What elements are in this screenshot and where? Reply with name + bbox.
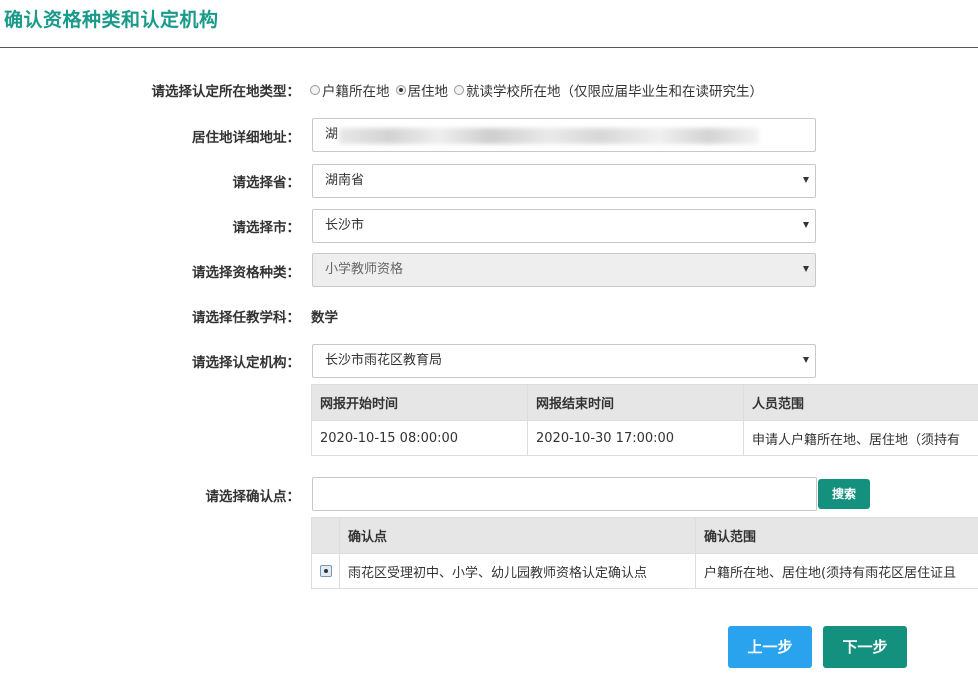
address-input[interactable]: 湖	[312, 118, 816, 152]
row-radio-selected[interactable]	[320, 565, 332, 577]
radio-button[interactable]	[454, 85, 464, 95]
radio-option-school[interactable]: 就读学校所在地（仅限应届毕业生和在读研究生）	[454, 80, 763, 100]
city-label: 请选择市：	[0, 216, 300, 236]
table-header-row: 网报开始时间 网报结束时间 人员范围	[312, 385, 978, 421]
radio-label: 户籍所在地	[322, 80, 390, 100]
title-divider	[0, 47, 978, 48]
table-cell: 2020-10-30 17:00:00	[528, 421, 744, 456]
table-cell: 户籍所在地、居住地(须持有雨花区居住证且	[696, 554, 978, 589]
institution-select[interactable]: 长沙市雨花区教育局	[312, 344, 816, 378]
location-type-radio-group: 户籍所在地 居住地 就读学校所在地（仅限应届毕业生和在读研究生）	[310, 80, 769, 100]
confirm-point-table: 确认点 确认范围 雨花区受理初中、小学、幼儿园教师资格认定确认点 户籍所在地、居…	[311, 517, 978, 589]
institution-schedule-table: 网报开始时间 网报结束时间 人员范围 2020-10-15 08:00:00 2…	[311, 384, 978, 456]
table-cell: 雨花区受理初中、小学、幼儿园教师资格认定确认点	[340, 554, 696, 589]
radio-option-household[interactable]: 户籍所在地	[310, 80, 390, 100]
chevron-down-icon	[803, 357, 809, 363]
chevron-down-icon	[803, 222, 809, 228]
table-row[interactable]: 雨花区受理初中、小学、幼儿园教师资格认定确认点 户籍所在地、居住地(须持有雨花区…	[312, 554, 978, 589]
radio-option-residence[interactable]: 居住地	[396, 80, 449, 100]
confirm-point-search-input[interactable]	[312, 477, 817, 511]
column-header: 确认点	[340, 518, 696, 554]
confirm-point-label: 请选择确认点：	[0, 485, 300, 505]
radio-label: 居住地	[408, 80, 449, 100]
column-header: 网报开始时间	[312, 385, 528, 421]
province-value: 湖南省	[325, 173, 364, 188]
qualification-label: 请选择资格种类：	[0, 261, 300, 281]
prev-step-button[interactable]: 上一步	[728, 626, 812, 668]
column-header: 确认范围	[696, 518, 978, 554]
select-cell[interactable]	[312, 554, 340, 589]
province-select[interactable]: 湖南省	[312, 164, 816, 198]
table-cell: 2020-10-15 08:00:00	[312, 421, 528, 456]
qualification-value: 小学教师资格	[325, 262, 403, 277]
province-label: 请选择省：	[0, 171, 300, 191]
institution-label: 请选择认定机构：	[0, 351, 300, 371]
city-value: 长沙市	[325, 218, 364, 233]
chevron-down-icon	[803, 177, 809, 183]
page-title: 确认资格种类和认定机构	[4, 5, 219, 32]
table-header-row: 确认点 确认范围	[312, 518, 978, 554]
radio-button[interactable]	[310, 85, 320, 95]
subject-value: 数学	[311, 306, 338, 326]
table-row: 2020-10-15 08:00:00 2020-10-30 17:00:00 …	[312, 421, 978, 456]
institution-value: 长沙市雨花区教育局	[325, 353, 442, 368]
search-button[interactable]: 搜索	[818, 479, 870, 509]
subject-label: 请选择任教学科：	[0, 306, 300, 326]
radio-label: 就读学校所在地（仅限应届毕业生和在读研究生）	[466, 80, 763, 100]
next-step-button[interactable]: 下一步	[823, 626, 907, 668]
column-header: 人员范围	[744, 385, 978, 421]
column-header: 网报结束时间	[528, 385, 744, 421]
qualification-select: 小学教师资格	[312, 253, 816, 287]
location-type-label: 请选择认定所在地类型：	[0, 80, 300, 100]
address-value: 湖	[325, 127, 338, 142]
city-select[interactable]: 长沙市	[312, 209, 816, 243]
column-header-select	[312, 518, 340, 554]
table-cell: 申请人户籍所在地、居住地（须持有	[744, 421, 978, 456]
redacted-address-mask	[339, 128, 759, 144]
chevron-down-icon	[803, 266, 809, 272]
address-label: 居住地详细地址：	[0, 126, 300, 146]
radio-button-selected[interactable]	[396, 85, 406, 95]
